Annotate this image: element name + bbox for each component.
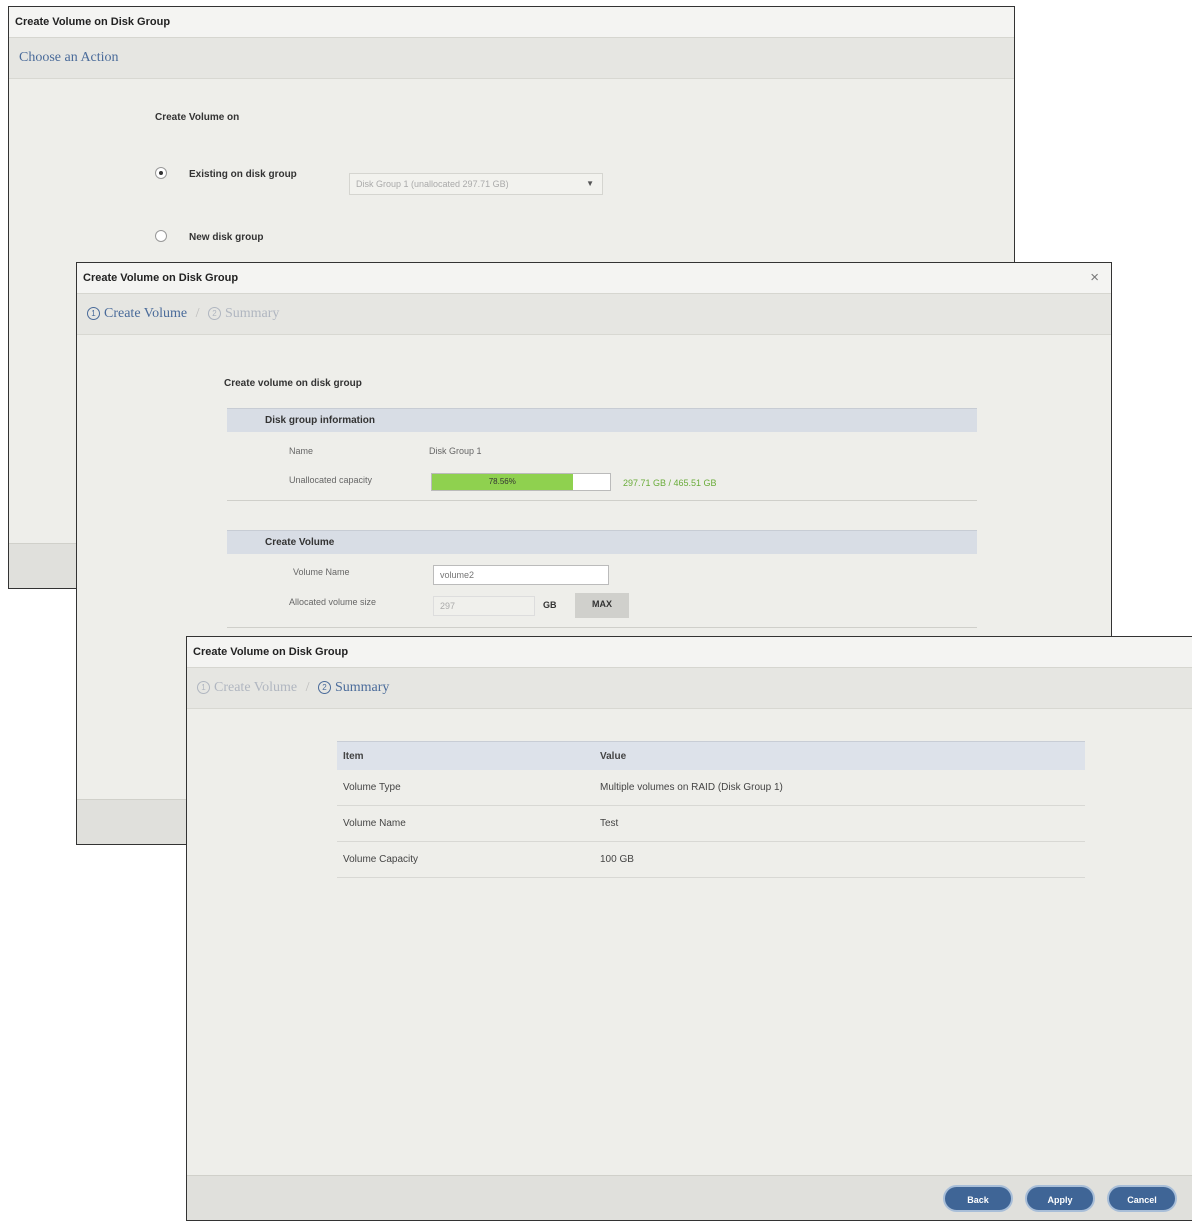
create-on-label: Create Volume on <box>155 112 240 123</box>
breadcrumb: Choose an Action <box>9 38 1014 79</box>
column-header-value: Value <box>594 741 1085 770</box>
summary-dialog: Create Volume on Disk Group 1 Create Volu… <box>186 636 1192 1221</box>
volume-size-input[interactable]: 297 <box>433 596 535 616</box>
step-number-icon: 2 <box>207 307 221 321</box>
allocated-size-label: Allocated volume size <box>289 597 377 607</box>
volume-name-input[interactable] <box>433 565 609 585</box>
cancel-button[interactable]: Cancel <box>1107 1185 1177 1212</box>
new-disk-group-radio[interactable] <box>155 230 167 242</box>
step-breadcrumb: 1 Create Volume / 2 Summary <box>187 668 1192 709</box>
step-label: Summary <box>224 306 280 321</box>
chevron-down-icon: ▼ <box>586 179 594 188</box>
summary-table: Item Value Volume Type Multiple volumes … <box>337 741 1085 878</box>
existing-disk-group-label[interactable]: Existing on disk group <box>189 169 297 180</box>
row-item: Volume Type <box>337 770 594 806</box>
capacity-percent: 78.56% <box>488 477 516 486</box>
step-breadcrumb: 1 Create Volume / 2 Summary <box>77 294 1111 335</box>
back-button[interactable]: Back <box>943 1185 1013 1212</box>
dialog-title: Create Volume on Disk Group × <box>77 263 1111 294</box>
step-label: Create Volume <box>104 306 188 321</box>
size-unit: GB <box>543 600 557 610</box>
name-label: Name <box>289 446 314 456</box>
row-value: Multiple volumes on RAID (Disk Group 1) <box>594 770 1085 806</box>
create-volume-header: Create Volume <box>227 530 977 554</box>
table-header-row: Item Value <box>337 741 1085 770</box>
table-row: Volume Capacity 100 GB <box>337 841 1085 878</box>
row-item: Volume Capacity <box>337 841 594 878</box>
volume-name-label: Volume Name <box>293 567 350 577</box>
volume-size-value: 297 <box>440 601 456 611</box>
breadcrumb-separator: / <box>195 306 200 321</box>
breadcrumb-current: Choose an Action <box>19 50 119 65</box>
max-button[interactable]: MAX <box>575 593 629 618</box>
table-row: Volume Name Test <box>337 805 1085 842</box>
step-create-volume[interactable]: 1 Create Volume <box>87 306 191 321</box>
table-row: Volume Type Multiple volumes on RAID (Di… <box>337 770 1085 806</box>
divider <box>227 500 977 501</box>
dialog-footer: Back Apply Cancel <box>187 1175 1192 1220</box>
breadcrumb-separator: / <box>305 680 310 695</box>
disk-group-select-value: Disk Group 1 (unallocated 297.71 GB) <box>356 179 509 189</box>
row-value: 100 GB <box>594 841 1085 878</box>
step-number-icon: 1 <box>87 307 100 321</box>
capacity-label: Unallocated capacity <box>289 475 373 485</box>
apply-button[interactable]: Apply <box>1025 1185 1095 1212</box>
disk-group-select[interactable]: Disk Group 1 (unallocated 297.71 GB) ▼ <box>349 173 603 195</box>
capacity-text: 297.71 GB / 465.51 GB <box>623 478 717 488</box>
dialog-title-text: Create Volume on Disk Group <box>83 272 239 284</box>
disk-group-info-header: Disk group information <box>227 408 977 432</box>
step-label: Summary <box>334 680 390 695</box>
step-create-volume[interactable]: 1 Create Volume <box>197 680 301 695</box>
row-value: Test <box>594 805 1085 842</box>
column-header-item: Item <box>337 741 594 770</box>
close-icon[interactable]: × <box>1090 263 1099 293</box>
step-number-icon: 2 <box>317 681 331 695</box>
dialog-title: Create Volume on Disk Group <box>187 637 1192 668</box>
row-item: Volume Name <box>337 805 594 842</box>
existing-disk-group-radio[interactable] <box>155 167 167 179</box>
step-summary[interactable]: 2 Summary <box>207 306 280 321</box>
capacity-progress-bar: 78.56% <box>431 473 611 491</box>
section-heading: Create volume on disk group <box>224 378 362 389</box>
step-summary[interactable]: 2 Summary <box>317 680 390 695</box>
divider <box>227 627 977 628</box>
dialog-title: Create Volume on Disk Group <box>9 7 1014 38</box>
step-number-icon: 1 <box>197 681 210 695</box>
new-disk-group-label[interactable]: New disk group <box>189 232 263 243</box>
step-label: Create Volume <box>214 680 298 695</box>
name-value: Disk Group 1 <box>429 446 482 456</box>
